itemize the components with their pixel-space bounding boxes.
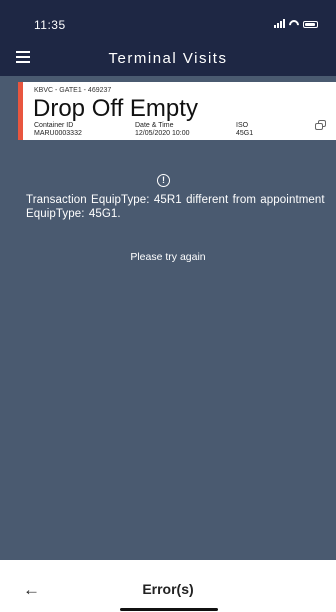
- signal-icon: [274, 19, 285, 28]
- bottom-bar: ← Error(s): [0, 560, 336, 612]
- page-title: Terminal Visits: [108, 50, 228, 67]
- visit-type-title: Drop Off Empty: [33, 95, 198, 122]
- wifi-icon: [289, 20, 299, 28]
- iso-label: ISO: [236, 122, 249, 129]
- visit-card[interactable]: KBVC - GATE1 - 469237 Drop Off Empty Con…: [18, 82, 336, 140]
- errors-title: Error(s): [142, 581, 194, 597]
- battery-icon: [303, 21, 318, 28]
- container-id-label: Container ID: [34, 122, 74, 129]
- retry-message: Please try again: [130, 251, 206, 263]
- app-header: 11:35 Terminal Visits: [0, 0, 336, 76]
- iso-value: 45G1: [236, 130, 254, 137]
- container-id-value: MARU0003332: [34, 130, 82, 137]
- date-time-block: Date & Time 12/05/2020 10:00: [135, 122, 190, 138]
- error-content-area: KBVC - GATE1 - 469237 Drop Off Empty Con…: [0, 76, 336, 560]
- status-icons: [274, 17, 318, 28]
- date-time-label: Date & Time: [135, 122, 174, 129]
- visit-reference: KBVC - GATE1 - 469237: [34, 87, 112, 94]
- status-time: 11:35: [34, 18, 66, 32]
- terminal-visits-error-screen: 11:35 Terminal Visits KBVC - GATE1 - 469…: [0, 0, 336, 612]
- home-indicator[interactable]: [120, 608, 218, 611]
- container-id-block: Container ID MARU0003332: [34, 122, 82, 138]
- date-time-value: 12/05/2020 10:00: [135, 130, 190, 137]
- error-message: Transaction EquipType: 45R1 different fr…: [26, 194, 325, 220]
- copy-icon[interactable]: [315, 120, 326, 130]
- info-icon: !: [157, 174, 170, 187]
- iso-block: ISO 45G1: [236, 122, 253, 138]
